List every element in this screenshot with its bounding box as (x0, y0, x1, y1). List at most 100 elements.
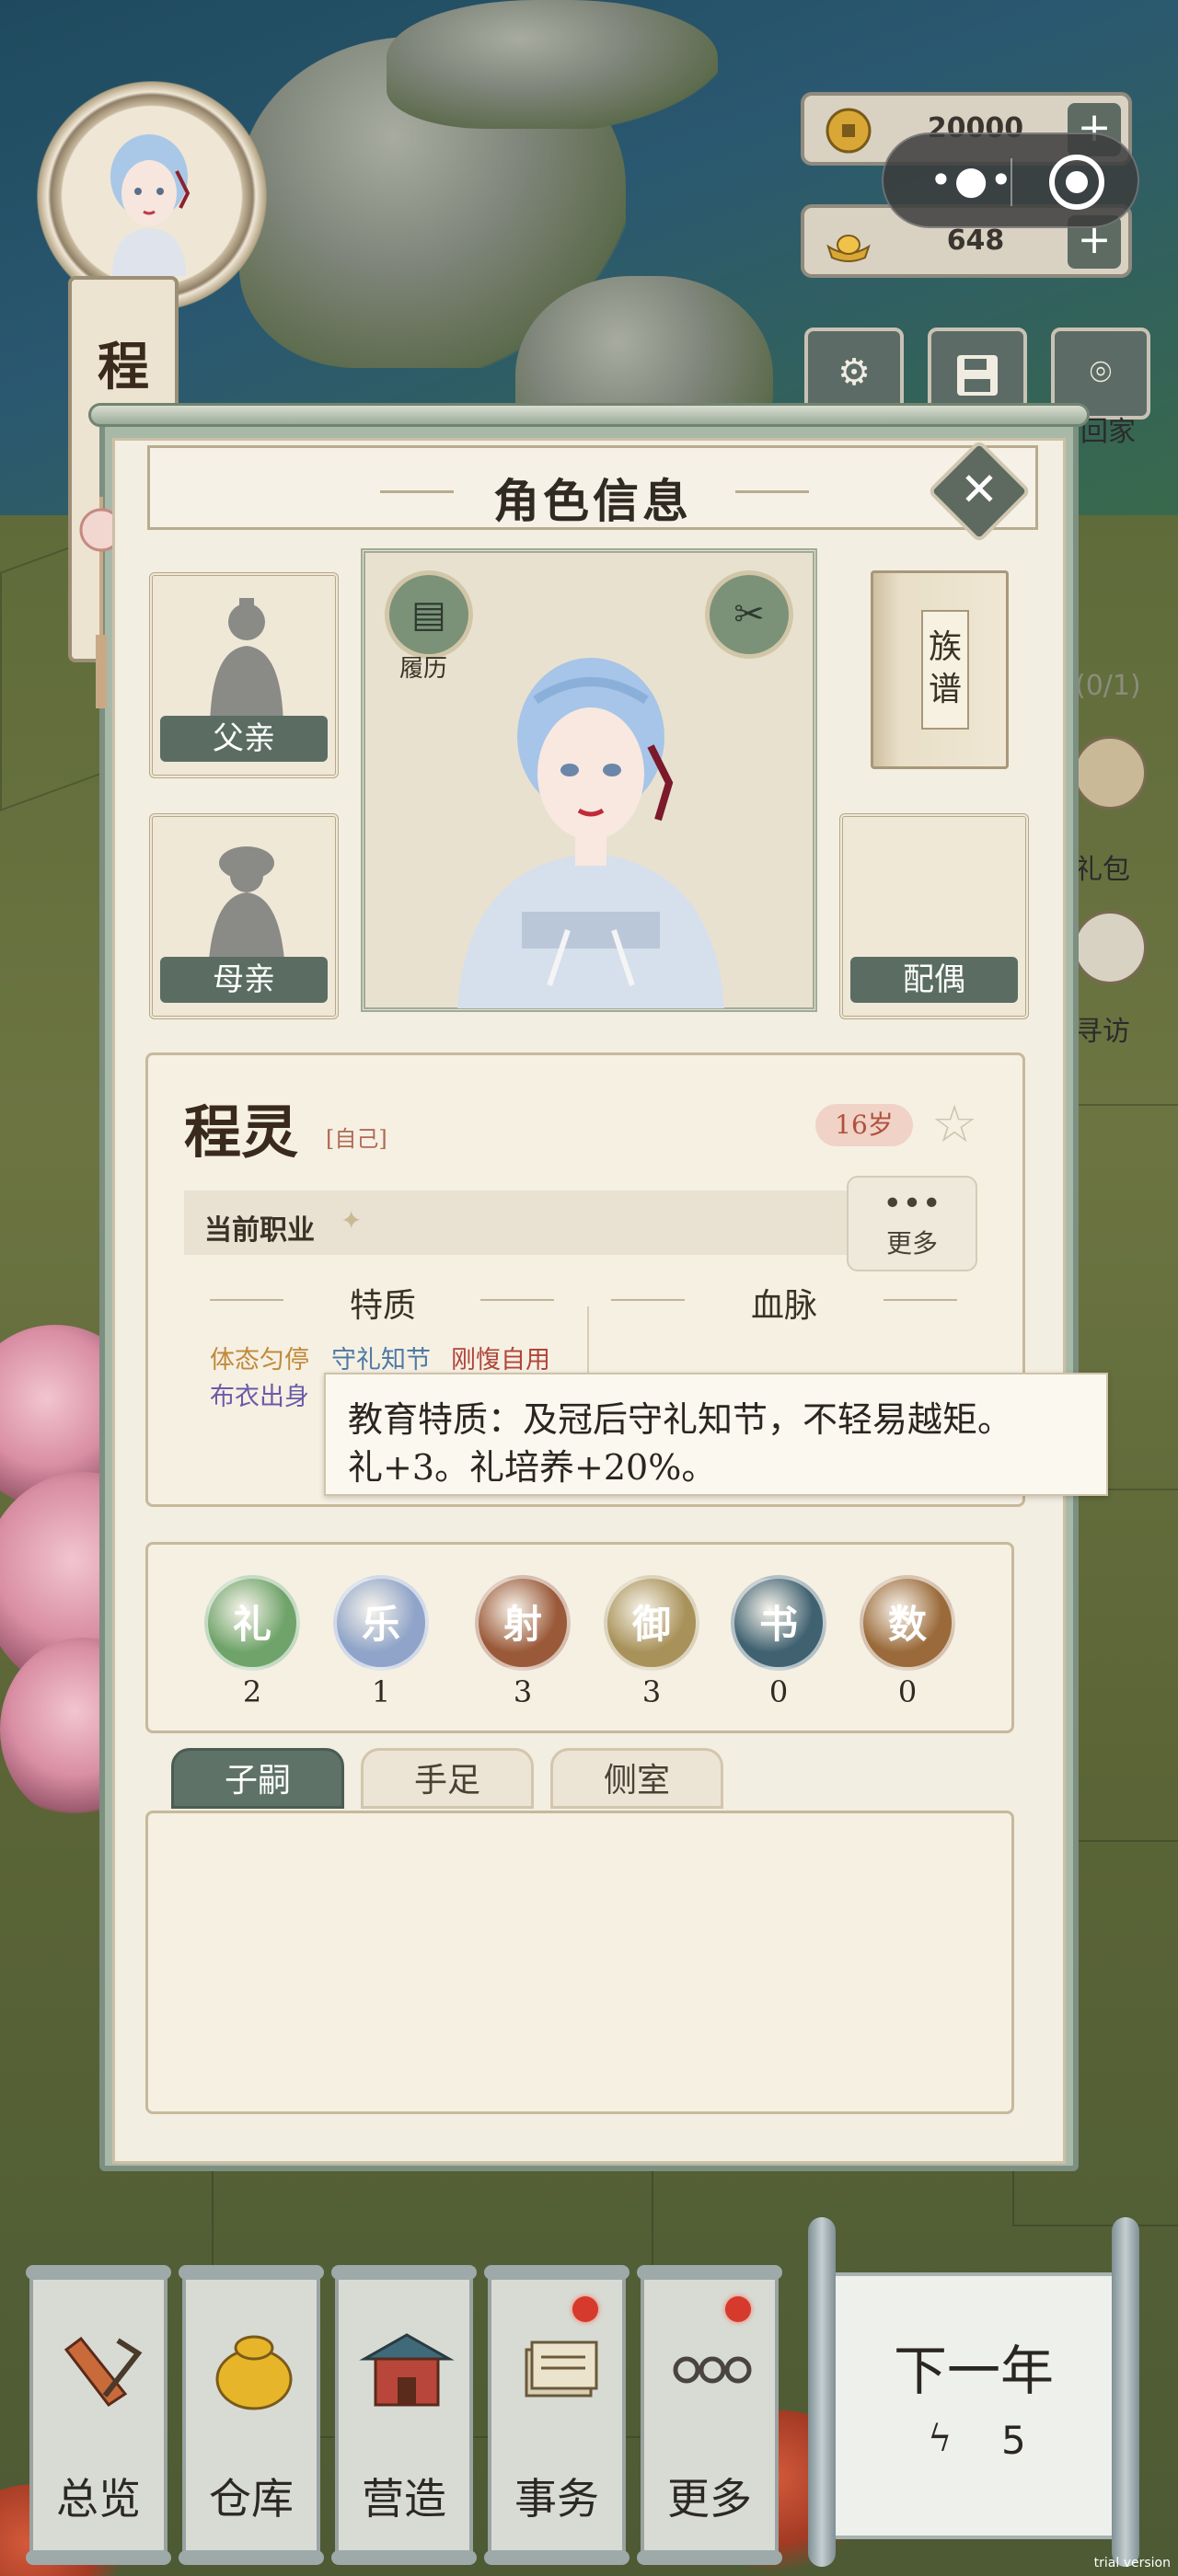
nav-label: 事务 (514, 2474, 599, 2524)
header-ornament (735, 490, 809, 493)
skill-value: 2 (242, 1674, 262, 1709)
spouse-label: 配偶 (850, 957, 1018, 1003)
section-ornament (480, 1299, 554, 1301)
more-button[interactable]: ••• 更多 (847, 1176, 977, 1271)
wardrobe-button[interactable]: ✂ (705, 570, 793, 659)
scroll-rod (88, 403, 1090, 427)
close-icon[interactable]: ✕ (942, 453, 1016, 526)
sparkle-icon: ✦ (341, 1205, 363, 1236)
tab-children[interactable]: 子嗣 (171, 1748, 344, 1809)
traits-title: 特质 (350, 1287, 417, 1325)
character-name: 程灵 (184, 1098, 299, 1166)
skill-value: 0 (768, 1674, 789, 1709)
trait-tag[interactable]: 刚愎自用 (451, 1340, 550, 1375)
skill-value: 3 (513, 1674, 533, 1709)
ingot-value: 648 (946, 224, 1005, 257)
miniprogram-capsule: •●• (882, 132, 1139, 228)
character-portrait (457, 658, 724, 1008)
mother-card[interactable]: 母亲 (149, 813, 339, 1019)
skill-icon[interactable]: 御 (604, 1575, 699, 1671)
mother-silhouette-icon (208, 846, 285, 973)
player-name-char: 程 (98, 337, 149, 397)
trial-watermark: trial version (1093, 2556, 1171, 2570)
resume-button[interactable]: ▤ (385, 570, 473, 659)
gold-ingot-icon (826, 235, 871, 262)
resume-label: 履历 (399, 655, 448, 683)
next-year-panel (830, 2272, 1117, 2539)
save-icon (957, 355, 998, 396)
nav-label: 更多 (667, 2474, 752, 2524)
coin-icon (826, 108, 872, 154)
skill-icon[interactable]: 礼 (204, 1575, 300, 1671)
nav-label: 仓库 (209, 2474, 294, 2524)
tooltip-line: 礼+3。礼培养+20%。 (348, 1447, 717, 1488)
trait-tag[interactable]: 体态匀停 (210, 1340, 309, 1375)
documents-icon (525, 2340, 598, 2398)
close-miniprogram-icon[interactable] (1049, 155, 1104, 210)
trait-tag[interactable]: 布衣出身 (210, 1376, 309, 1412)
self-tag: [自己] (326, 1126, 387, 1152)
nav-more[interactable]: 更多 (637, 2265, 782, 2565)
nav-warehouse[interactable]: 仓库 (179, 2265, 324, 2565)
tab-content-panel (145, 1811, 1014, 2114)
capsule-divider (1011, 158, 1012, 206)
modal-title: 角色信息 (493, 474, 692, 528)
section-ornament (611, 1299, 685, 1301)
modal-header: 角色信息 (147, 445, 1038, 530)
lightning-icon: ϟ (928, 2418, 953, 2460)
skill-icon[interactable]: 数 (860, 1575, 955, 1671)
nav-construction[interactable]: 营造 (331, 2265, 477, 2565)
favorite-star-icon[interactable]: ☆ (931, 1095, 977, 1155)
tab-siblings[interactable]: 手足 (361, 1748, 534, 1809)
scissors-icon: ✂ (733, 593, 765, 636)
tooltip-line: 教育特质：及冠后守礼知节，不轻易越矩。 (348, 1399, 1013, 1440)
next-year-button[interactable]: 下一年 ϟ 5 (790, 2217, 1158, 2567)
gift-button[interactable] (1073, 736, 1147, 810)
father-card[interactable]: 父亲 (149, 572, 339, 778)
section-ornament (884, 1299, 957, 1301)
mother-label: 母亲 (160, 957, 328, 1003)
gift-label: 礼包 (1075, 854, 1130, 886)
section-ornament (210, 1299, 283, 1301)
more-label: 更多 (885, 1228, 938, 1259)
player-avatar[interactable] (85, 120, 214, 276)
notification-dot (572, 2296, 598, 2322)
visit-label: 寻访 (1075, 1016, 1130, 1048)
genealogy-label: 族谱 (921, 610, 969, 730)
skill-icon[interactable]: 书 (731, 1575, 826, 1671)
nav-affairs[interactable]: 事务 (484, 2265, 629, 2565)
skill-value: 1 (371, 1674, 391, 1709)
menu-dots-icon[interactable]: •●• (930, 161, 1014, 200)
visit-button[interactable] (1073, 911, 1147, 984)
trait-tag[interactable]: 守礼知节 (331, 1340, 431, 1375)
trait-tooltip: 教育特质：及冠后守礼知节，不轻易越矩。 礼+3。礼培养+20%。 (324, 1373, 1108, 1496)
map-mountain (387, 0, 718, 129)
nav-label: 营造 (362, 2474, 446, 2524)
skill-value: 0 (897, 1674, 918, 1709)
scroll-document-icon: ▤ (411, 593, 446, 636)
notification-dot (725, 2296, 751, 2322)
current-job-label: 当前职业 (204, 1214, 315, 1247)
money-bag-icon (215, 2335, 293, 2410)
genealogy-button[interactable]: 族谱 (871, 570, 1009, 769)
tab-concubines[interactable]: 侧室 (550, 1748, 723, 1809)
skill-icon[interactable]: 乐 (333, 1575, 429, 1671)
skill-icon[interactable]: 射 (475, 1575, 571, 1671)
skill-value: 3 (641, 1674, 662, 1709)
next-year-label: 下一年 (893, 2340, 1054, 2402)
father-label: 父亲 (160, 716, 328, 762)
bloodline-title: 血脉 (751, 1287, 818, 1325)
energy-value: 5 (1001, 2418, 1026, 2463)
building-icon (359, 2333, 455, 2407)
gear-icon: ⚙ (837, 351, 871, 394)
father-silhouette-icon (210, 598, 283, 732)
age-badge: 16岁 (815, 1104, 913, 1146)
quest-count: (0/1) (1075, 670, 1141, 702)
more-icon (673, 2356, 752, 2384)
brush-icon (64, 2336, 143, 2408)
more-dots-icon: ••• (883, 1185, 941, 1223)
spouse-card[interactable]: 配偶 (839, 813, 1029, 1019)
location-pin-icon: ⌾ (1090, 351, 1112, 394)
nav-overview[interactable]: 总览 (26, 2265, 171, 2565)
nav-label: 总览 (56, 2474, 141, 2524)
